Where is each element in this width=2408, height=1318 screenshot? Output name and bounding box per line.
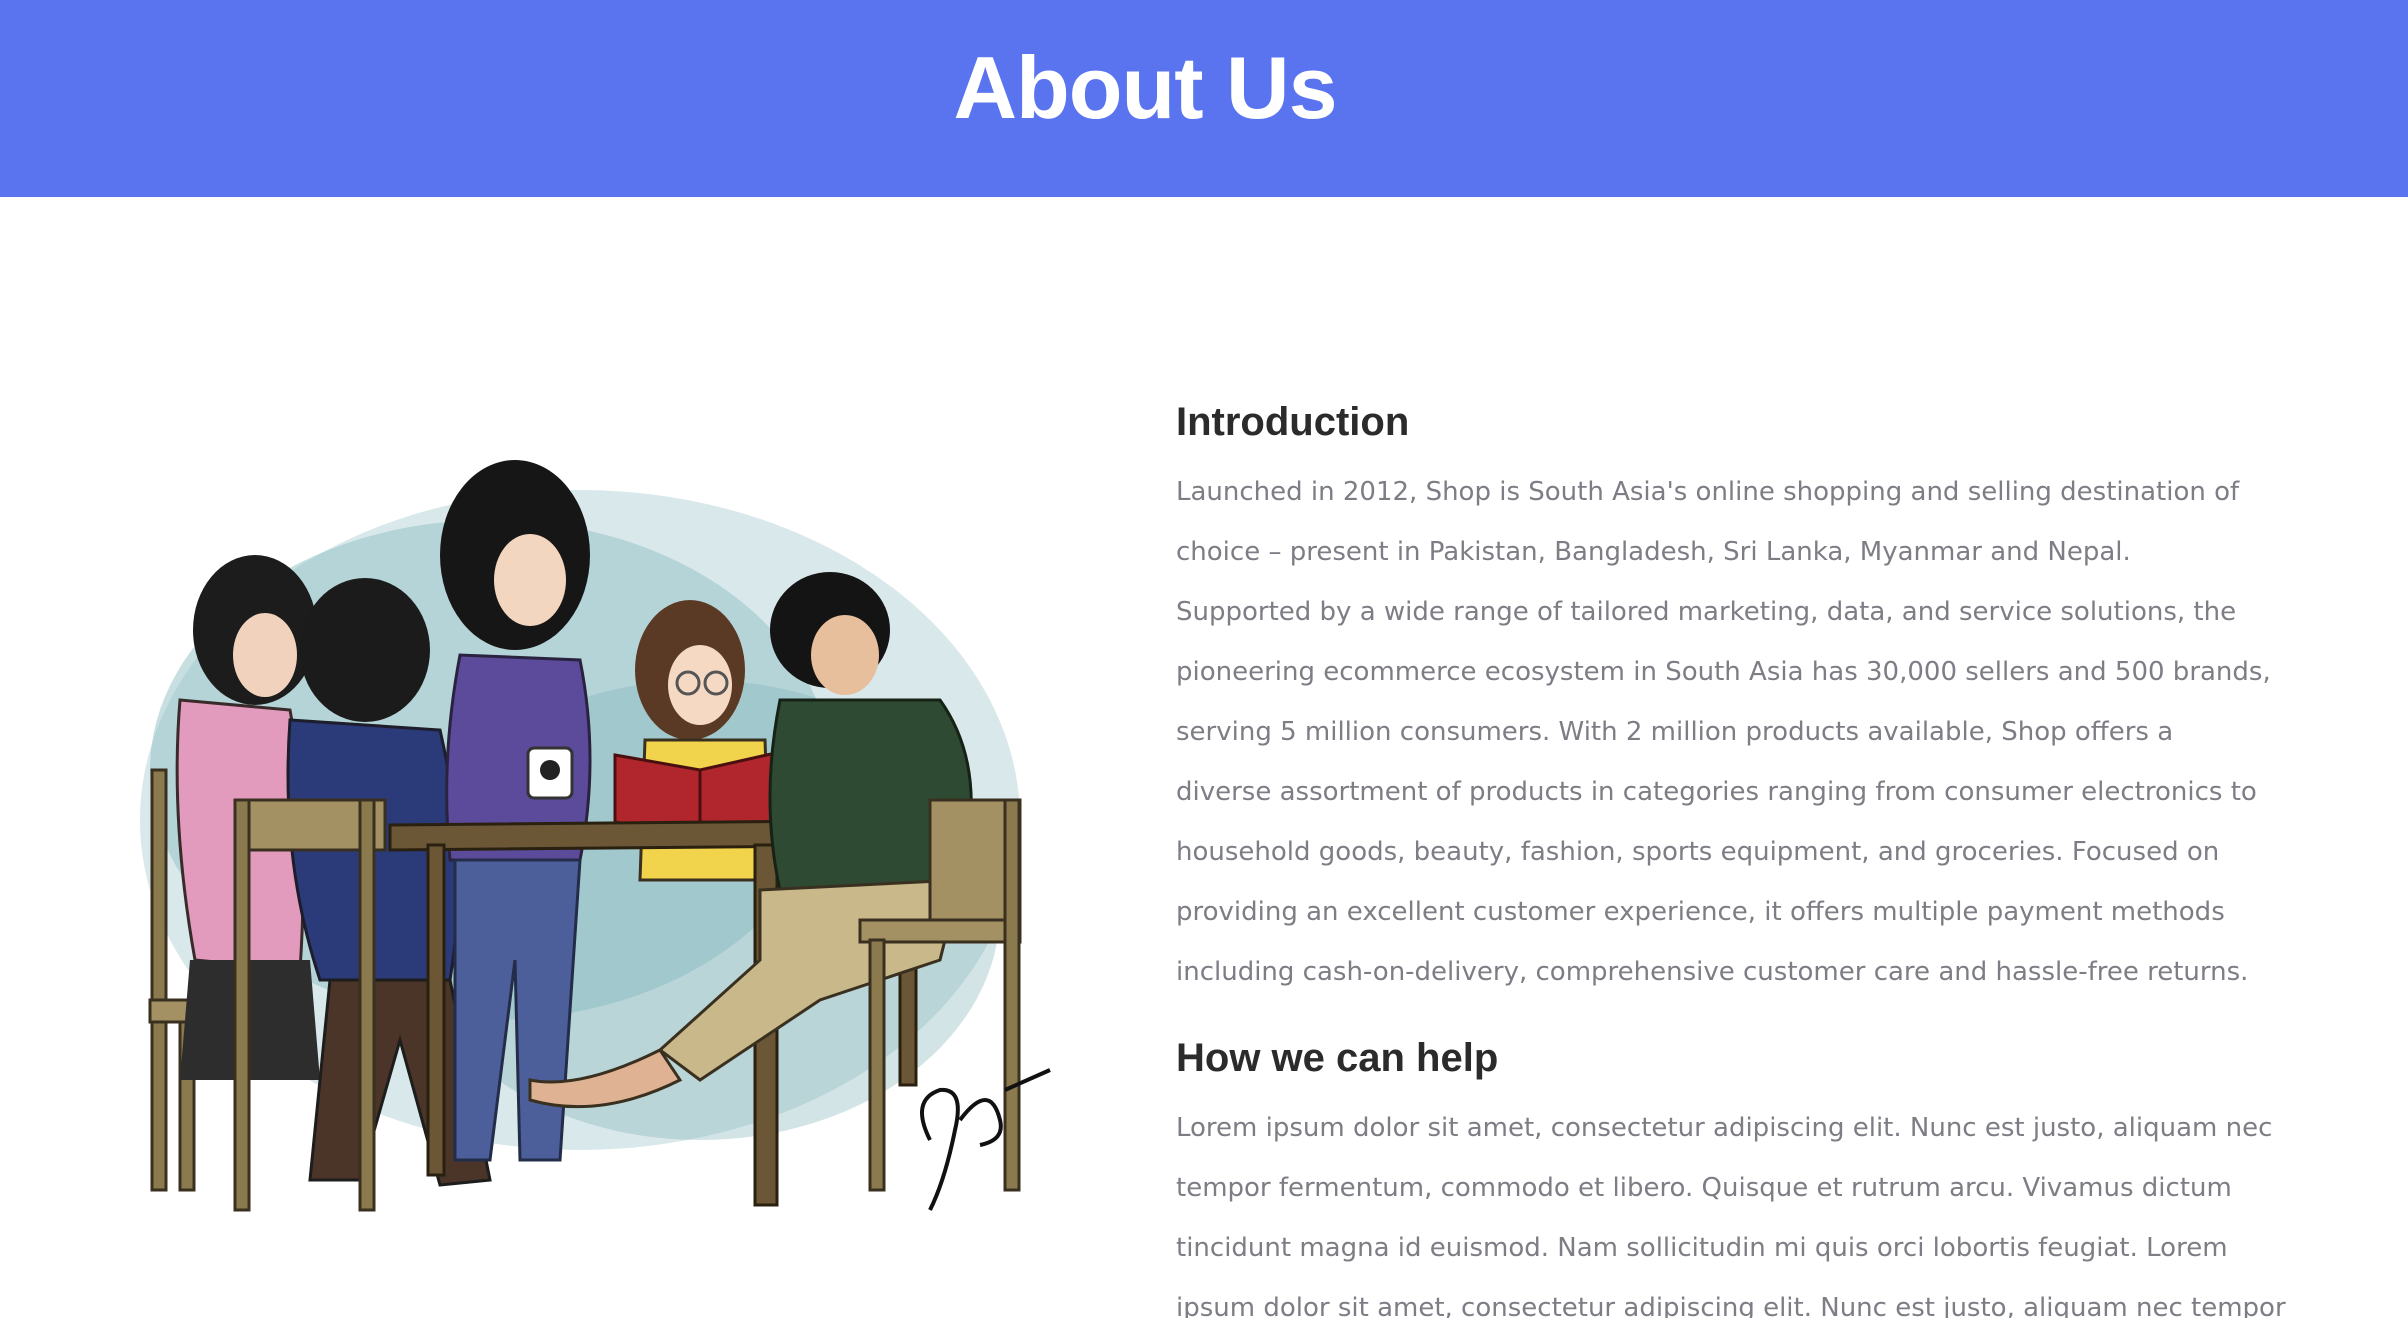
introduction-line: Launched in 2012, Shop is South Asia's o…: [1176, 477, 2240, 507]
introduction-line: Supported by a wide range of tailored ma…: [1176, 597, 2237, 627]
signature-icon: [920, 1068, 1051, 1211]
introduction-heading: Introduction: [1176, 400, 1410, 444]
introduction-line: pioneering ecommerce ecosystem in South …: [1176, 657, 2271, 687]
introduction-line: choice – present in Pakistan, Bangladesh…: [1176, 537, 2131, 567]
page-title: About Us: [953, 38, 1337, 137]
mug-icon: [526, 746, 574, 800]
introduction-line: providing an excellent customer experien…: [1176, 897, 2225, 927]
help-line: tincidunt magna id euismod. Nam sollicit…: [1176, 1233, 2228, 1263]
introduction-line: including cash-on-delivery, comprehensiv…: [1176, 957, 2249, 987]
students-studying-illustration: [140, 460, 1051, 1212]
help-line: tempor fermentum, commodo et libero. Qui…: [1176, 1173, 2232, 1203]
introduction-paragraph: Launched in 2012, Shop is South Asia's o…: [1176, 462, 2271, 1002]
page-header: About Us: [0, 0, 2408, 197]
how-we-can-help-paragraph: Lorem ipsum dolor sit amet, consectetur …: [1176, 1098, 2286, 1318]
how-we-can-help-heading: How we can help: [1176, 1036, 1499, 1080]
introduction-line: household goods, beauty, fashion, sports…: [1176, 837, 2220, 867]
help-line: ipsum dolor sit amet, consectetur adipis…: [1176, 1293, 2286, 1318]
introduction-line: serving 5 million consumers. With 2 mill…: [1176, 717, 2174, 747]
about-illustration: [60, 440, 1070, 1240]
help-line: Lorem ipsum dolor sit amet, consectetur …: [1176, 1113, 2273, 1143]
introduction-line: diverse assortment of products in catego…: [1176, 777, 2257, 807]
